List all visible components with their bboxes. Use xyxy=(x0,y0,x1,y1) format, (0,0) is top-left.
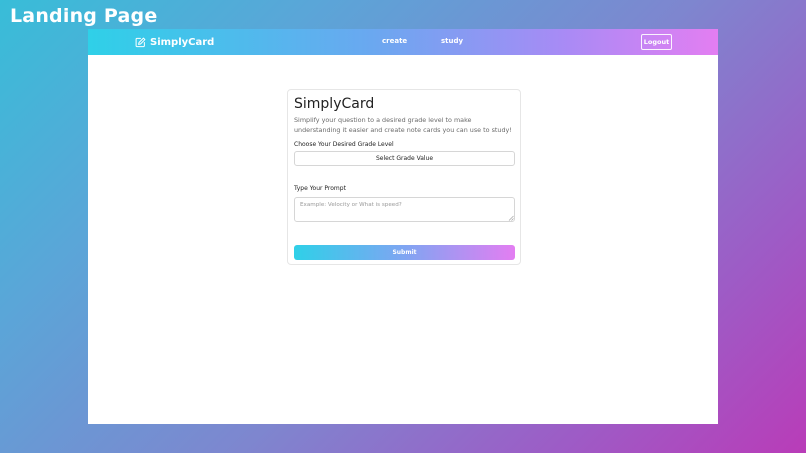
resize-handle-icon[interactable] xyxy=(508,215,514,221)
nav-link-study[interactable]: study xyxy=(441,37,463,45)
card-title: SimplyCard xyxy=(294,96,375,112)
app-frame: SimplyCard create study Logout SimplyCar… xyxy=(88,29,718,424)
brand-name: SimplyCard xyxy=(150,36,215,48)
grade-level-label: Choose Your Desired Grade Level xyxy=(294,141,394,148)
edit-icon xyxy=(135,37,146,47)
navbar: SimplyCard create study Logout xyxy=(88,29,718,55)
nav-link-create[interactable]: create xyxy=(382,37,407,45)
prompt-label: Type Your Prompt xyxy=(294,185,346,192)
grade-select-value: Select Grade Value xyxy=(375,155,434,162)
prompt-input[interactable] xyxy=(294,197,515,222)
card-description: Simplify your question to a desired grad… xyxy=(294,116,512,134)
grade-level-select[interactable]: Select Grade Value xyxy=(294,151,515,166)
brand-logo[interactable]: SimplyCard xyxy=(135,35,214,49)
page-heading: Landing Page xyxy=(10,5,158,27)
logout-button[interactable]: Logout xyxy=(641,34,672,50)
prompt-card: SimplyCard Simplify your question to a d… xyxy=(287,89,521,265)
submit-button[interactable]: Submit xyxy=(294,245,515,260)
